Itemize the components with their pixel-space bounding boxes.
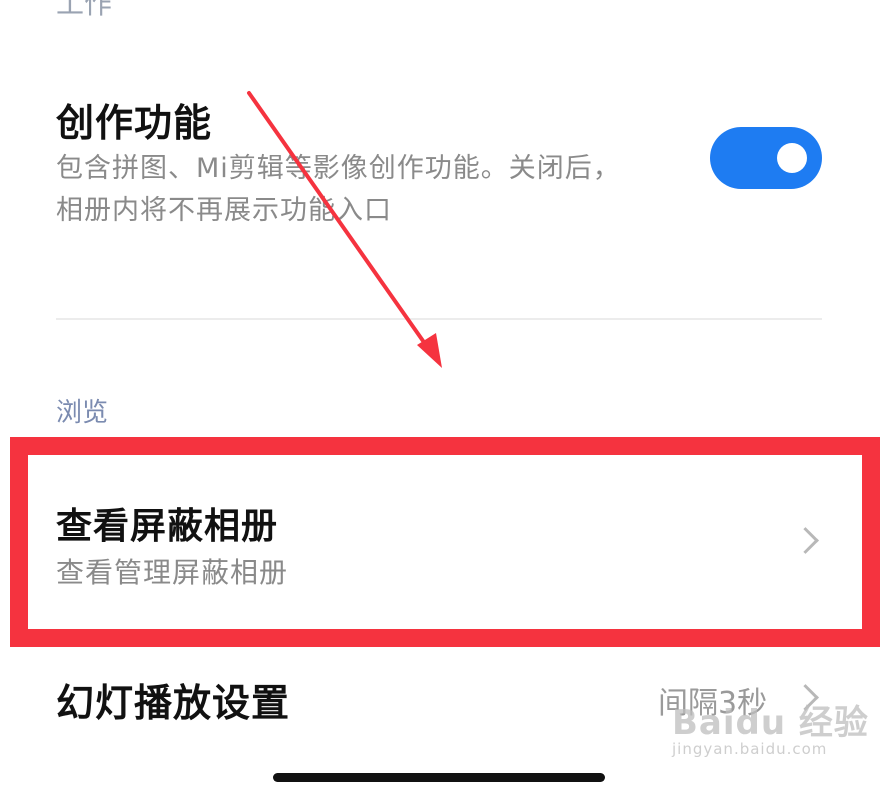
gallery-settings-screen: 工作 创作功能 包含拼图、Mi剪辑等影像创作功能。关闭后， 相册内将不再展示功能… — [0, 0, 882, 787]
annotation-arrow-icon — [247, 91, 442, 368]
